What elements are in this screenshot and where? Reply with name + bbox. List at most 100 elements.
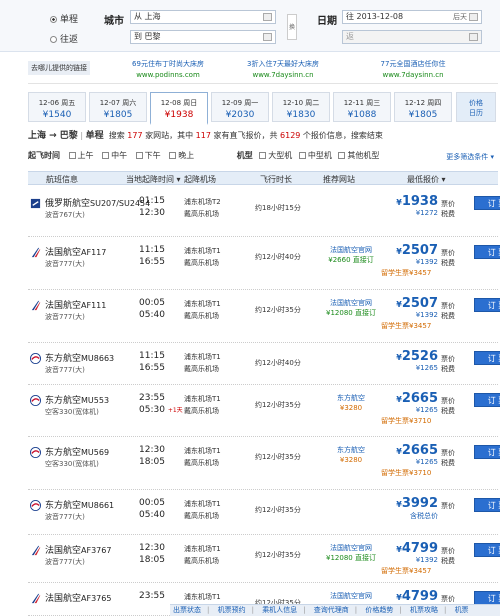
checkbox[interactable] [68,152,76,159]
city-picker-icon[interactable] [263,13,272,21]
one-way-radio[interactable]: 单程 [50,12,78,25]
checkbox[interactable] [259,152,267,159]
from-city-input[interactable]: 从 上海 [130,10,276,24]
aircraft-type: 波音777(大) [45,558,85,566]
agent-name[interactable]: 法国航空官网 [311,543,391,553]
filter-medium[interactable]: 中型机 [298,151,332,160]
ad-link[interactable]: 3折入住7天最好大床房 www.7daysinn.cn [213,59,353,81]
student-fare[interactable]: 留学生票¥3457 [381,566,431,576]
date-tab-price: ¥1805 [408,110,438,120]
date-tab[interactable]: 12-09 周一 ¥2030 [211,92,269,122]
bottom-link[interactable]: 查询代理商 [314,606,349,614]
price-tag: 票价 [441,355,455,363]
bottom-link[interactable]: 机票 [455,606,469,614]
bottom-link[interactable]: 出票状态 [173,606,201,614]
tax-value: ¥1265 [415,406,438,414]
agent-info[interactable]: 法国航空官网 [311,591,391,601]
date-label: 日期 [317,16,337,27]
airline-name[interactable]: 俄罗斯航空SU207/SU2454 [45,196,150,209]
book-button[interactable]: 订 票 [474,498,500,512]
col-airport: 起降机场 [184,175,216,184]
agent-info[interactable]: 法国航空官网 ¥12080 直接订 [311,543,391,563]
date-tab[interactable]: 12-11 周三 ¥1088 [333,92,391,122]
agent-info[interactable]: 东方航空 ¥3280 [311,393,391,413]
tax-value: 含税总价 [410,512,438,520]
arrival-time: 18:05 [139,457,165,467]
book-button[interactable]: 订 票 [474,445,500,459]
swap-cities-button[interactable]: 换 [287,14,297,40]
checkbox[interactable] [338,152,346,159]
agent-info[interactable]: 东方航空 ¥3280 [311,445,391,465]
calendar-icon[interactable] [469,33,478,41]
book-button[interactable]: 订 票 [474,196,500,210]
more-filters-link[interactable]: 更多筛选条件 ▾ [446,152,494,162]
airline-name[interactable]: 东方航空MU8663 [45,351,114,364]
book-button[interactable]: 订 票 [474,351,500,365]
aircraft-type: 空客330(宽体机) [45,408,99,416]
student-fare[interactable]: 留学生票¥3710 [381,416,431,426]
airline-name[interactable]: 法国航空AF111 [45,298,106,311]
filter-morning[interactable]: 上午 [68,151,94,160]
ad-title: 77元全国酒店任你住 [380,60,446,68]
flight-duration: 约12小时40分 [255,253,301,261]
agent-price: ¥3280 [339,404,363,412]
filter-other[interactable]: 其他机型 [338,151,379,160]
date-tab[interactable]: 12-07 周六 ¥1805 [89,92,147,122]
bottom-link[interactable]: 机票攻略 [410,606,438,614]
round-trip-radio[interactable]: 往返 [50,32,78,45]
agent-name[interactable]: 法国航空官网 [311,591,391,601]
agent-name[interactable]: 法国航空官网 [311,245,391,255]
book-button[interactable]: 订 票 [474,393,500,407]
arrival-time-text: 16:55 [139,363,165,373]
airline-name[interactable]: 法国航空AF117 [45,245,106,258]
date-tab[interactable]: 12-06 周五 ¥1540 [28,92,86,122]
agent-name[interactable]: 东方航空 [311,445,391,455]
checkbox[interactable] [135,152,143,159]
book-button[interactable]: 订 票 [474,298,500,312]
depart-date-input[interactable]: 往 2013-12-08 后天 [342,10,482,24]
search-summary: 上海 → 巴黎 | 单程 搜索 177 家网站，其中 117 家有直飞报价，共 … [28,131,383,141]
air-france-logo-icon [31,300,41,311]
filter-afternoon[interactable]: 下午 [135,151,161,160]
trip-type: 单程 [85,131,104,141]
return-date-input[interactable]: 返 [342,30,482,44]
airline-name[interactable]: 东方航空MU8661 [45,498,114,511]
student-fare[interactable]: 留学生票¥3710 [381,468,431,478]
date-tab[interactable]: 12-10 周二 ¥1830 [272,92,330,122]
col-price[interactable]: 最低报价 ▾ [407,174,446,185]
lowest-price: ¥2665 [396,443,438,458]
price-calendar-tab[interactable]: 价格 日历 [456,92,496,122]
bottom-link[interactable]: 机票预约 [218,606,246,614]
ad-link[interactable]: 77元全国酒店任你住 www.7daysinn.cn [343,59,483,81]
date-tab-selected[interactable]: 12-08 周日 ¥1938 [150,92,208,125]
agent-info[interactable]: 法国航空官网 ¥12080 直接订 [311,298,391,318]
airline-name[interactable]: 法国航空AF3767 [45,543,111,556]
checkbox[interactable] [169,152,177,159]
airline-name[interactable]: 东方航空MU553 [45,393,109,406]
book-button[interactable]: 订 票 [474,543,500,557]
city-picker-icon[interactable] [263,33,272,41]
arrival-time-text: 18:05 [139,457,165,467]
agent-name[interactable]: 法国航空官网 [311,298,391,308]
book-button[interactable]: 订 票 [474,591,500,605]
filter-large[interactable]: 大型机 [259,151,292,160]
airline-name[interactable]: 东方航空MU569 [45,445,109,458]
date-tab[interactable]: 12-12 周四 ¥1805 [394,92,452,122]
bottom-link[interactable]: 乘机人信息 [262,606,297,614]
filter-noon[interactable]: 中午 [102,151,127,160]
student-fare[interactable]: 留学生票¥3457 [381,268,431,278]
col-time[interactable]: 当地起降时间 ▾ [126,174,181,185]
checkbox[interactable] [102,152,110,159]
book-button[interactable]: 订 票 [474,245,500,259]
agent-info[interactable]: 法国航空官网 ¥2660 直接订 [311,245,391,265]
airline-name[interactable]: 法国航空AF3765 [45,591,111,604]
to-city-input[interactable]: 到 巴黎 [130,30,276,44]
student-fare[interactable]: 留学生票¥3457 [381,321,431,331]
bottom-link[interactable]: 价格趋势 [365,606,393,614]
arrival-airport: 戴高乐机场 [184,312,219,320]
checkbox[interactable] [298,152,306,159]
filter-evening[interactable]: 晚上 [169,151,194,160]
agent-name[interactable]: 东方航空 [311,393,391,403]
calendar-icon[interactable] [469,13,478,21]
date-price-tabs: 12-06 周五 ¥1540 12-07 周六 ¥1805 12-08 周日 ¥193… [28,92,498,125]
